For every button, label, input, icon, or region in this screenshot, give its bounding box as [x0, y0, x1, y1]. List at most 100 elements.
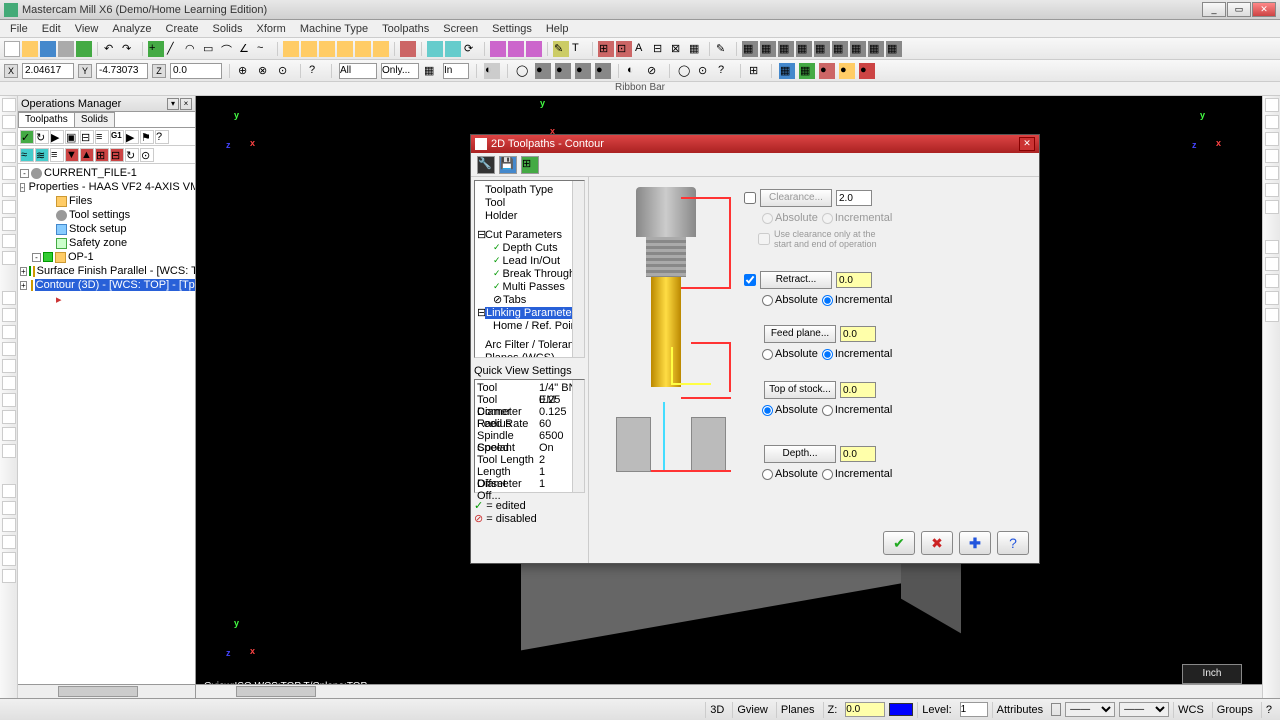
- tp3-icon[interactable]: ●: [819, 63, 835, 79]
- boolean-icon[interactable]: [373, 41, 389, 57]
- pt-planes[interactable]: Planes (WCS): [485, 352, 555, 359]
- close-button[interactable]: ✕: [1252, 2, 1276, 17]
- vl-side-icon[interactable]: [2, 200, 16, 214]
- pt-holder[interactable]: Holder: [485, 210, 517, 222]
- sel1-icon[interactable]: ▦: [423, 63, 439, 79]
- vl-zoom-icon[interactable]: [2, 98, 16, 112]
- tree-props[interactable]: Properties - HAAS VF2 4-AXIS VMC: [29, 181, 195, 193]
- f10-icon[interactable]: ⊙: [697, 63, 713, 79]
- dialog-close-button[interactable]: ✕: [1019, 137, 1035, 151]
- ot-regen-icon[interactable]: ↻: [35, 130, 49, 144]
- depth-button[interactable]: Depth...: [764, 445, 836, 463]
- color-icon[interactable]: ▦: [688, 41, 704, 57]
- dlg-save-icon[interactable]: 💾: [499, 156, 517, 174]
- param-tree[interactable]: Toolpath Type Tool Holder ⊟Cut Parameter…: [474, 180, 585, 358]
- status-lineweight[interactable]: ——: [1119, 702, 1169, 717]
- tree-sfp[interactable]: Surface Finish Parallel - [WCS: TOP]: [37, 265, 195, 277]
- vr-b-icon[interactable]: [1265, 115, 1279, 129]
- tree-stock[interactable]: Stock setup: [69, 223, 126, 235]
- status-attrs[interactable]: Attributes: [992, 702, 1047, 718]
- vp7-icon[interactable]: ▦: [850, 41, 866, 57]
- menu-toolpaths[interactable]: Toolpaths: [376, 22, 435, 36]
- note-icon[interactable]: T: [571, 41, 587, 57]
- ops-dropdown-icon[interactable]: ▾: [167, 98, 179, 110]
- f7-icon[interactable]: ◐: [626, 63, 642, 79]
- ot-help-icon[interactable]: ?: [155, 130, 169, 144]
- menu-analyze[interactable]: Analyze: [106, 22, 157, 36]
- dialog-add-button[interactable]: ✚: [959, 531, 991, 555]
- rotate-icon[interactable]: ⟳: [463, 41, 479, 57]
- print-icon[interactable]: [58, 41, 74, 57]
- ot-g1-icon[interactable]: G1: [110, 130, 124, 144]
- view1-icon[interactable]: [400, 41, 416, 57]
- open-icon[interactable]: [22, 41, 38, 57]
- f6-icon[interactable]: ●: [595, 63, 611, 79]
- vl-iso-icon[interactable]: [2, 217, 16, 231]
- vl-e-icon[interactable]: [2, 325, 16, 339]
- vl-a-icon[interactable]: [2, 234, 16, 248]
- tree-op1[interactable]: OP-1: [68, 251, 94, 263]
- tree-contour[interactable]: Contour (3D) - [WCS: TOP] - [Tplane: [35, 279, 195, 291]
- tp4-icon[interactable]: ●: [839, 63, 855, 79]
- pt-break[interactable]: Break Through: [503, 268, 576, 280]
- vp4-icon[interactable]: ▦: [796, 41, 812, 57]
- vp9-icon[interactable]: ▦: [886, 41, 902, 57]
- ot2-b-icon[interactable]: ≋: [35, 148, 49, 162]
- undo-icon[interactable]: ↶: [103, 41, 119, 57]
- depth-abs-radio[interactable]: [762, 469, 773, 480]
- qv-scroll[interactable]: [572, 380, 584, 492]
- loft-icon[interactable]: [355, 41, 371, 57]
- status-gview[interactable]: Gview: [732, 702, 772, 718]
- line-icon[interactable]: ╱: [166, 41, 182, 57]
- solid-icon[interactable]: [283, 41, 299, 57]
- ot-backplot-icon[interactable]: ▶: [50, 130, 64, 144]
- pt-depth-cuts[interactable]: Depth Cuts: [503, 242, 558, 254]
- redo-icon[interactable]: ↷: [121, 41, 137, 57]
- snap1-icon[interactable]: ⊕: [237, 63, 253, 79]
- menu-create[interactable]: Create: [160, 22, 205, 36]
- x-input[interactable]: [22, 63, 74, 79]
- ot-lock-icon[interactable]: ▶: [125, 130, 139, 144]
- vl-n-icon[interactable]: [2, 501, 16, 515]
- vr-a-icon[interactable]: [1265, 98, 1279, 112]
- vl-f-icon[interactable]: [2, 342, 16, 356]
- pt-lead[interactable]: Lead In/Out: [503, 255, 561, 267]
- vp3-icon[interactable]: ▦: [778, 41, 794, 57]
- sweep-icon[interactable]: [337, 41, 353, 57]
- grid-icon[interactable]: ⊞: [598, 41, 614, 57]
- retract-checkbox[interactable]: [744, 274, 756, 286]
- level-icon[interactable]: ⊠: [670, 41, 686, 57]
- join-icon[interactable]: [526, 41, 542, 57]
- ot2-a-icon[interactable]: ≈: [20, 148, 34, 162]
- tab-toolpaths[interactable]: Toolpaths: [18, 112, 75, 127]
- tree-safety[interactable]: Safety zone: [69, 237, 127, 249]
- tree-file[interactable]: CURRENT_FILE-1: [44, 167, 137, 179]
- vl-p-icon[interactable]: [2, 535, 16, 549]
- topstock-abs-radio[interactable]: [762, 405, 773, 416]
- extrude-icon[interactable]: [301, 41, 317, 57]
- snap-icon[interactable]: ⊡: [616, 41, 632, 57]
- clearance-input[interactable]: [836, 190, 872, 206]
- vl-j-icon[interactable]: [2, 410, 16, 424]
- help2-icon[interactable]: ?: [308, 63, 324, 79]
- tree-toolset[interactable]: Tool settings: [69, 209, 130, 221]
- ot2-e-icon[interactable]: ▲: [80, 148, 94, 162]
- menu-help[interactable]: Help: [540, 22, 575, 36]
- depth-inc-radio[interactable]: [822, 469, 833, 480]
- z-input[interactable]: [170, 63, 222, 79]
- revolve-icon[interactable]: [319, 41, 335, 57]
- vp6-icon[interactable]: ▦: [832, 41, 848, 57]
- status-level-input[interactable]: [960, 702, 988, 717]
- f12-icon[interactable]: ⊞: [748, 63, 764, 79]
- ot-select-icon[interactable]: ✓: [20, 130, 34, 144]
- clearance-button[interactable]: Clearance...: [760, 189, 832, 207]
- vr-h-icon[interactable]: [1265, 240, 1279, 254]
- vr-f-icon[interactable]: [1265, 183, 1279, 197]
- f5-icon[interactable]: ●: [575, 63, 591, 79]
- snap3-icon[interactable]: ⊙: [277, 63, 293, 79]
- ot-post-icon[interactable]: ⊟: [80, 130, 94, 144]
- all-combo[interactable]: [339, 63, 377, 79]
- f3-icon[interactable]: ●: [535, 63, 551, 79]
- vr-e-icon[interactable]: [1265, 166, 1279, 180]
- ot2-i-icon[interactable]: ⊙: [140, 148, 154, 162]
